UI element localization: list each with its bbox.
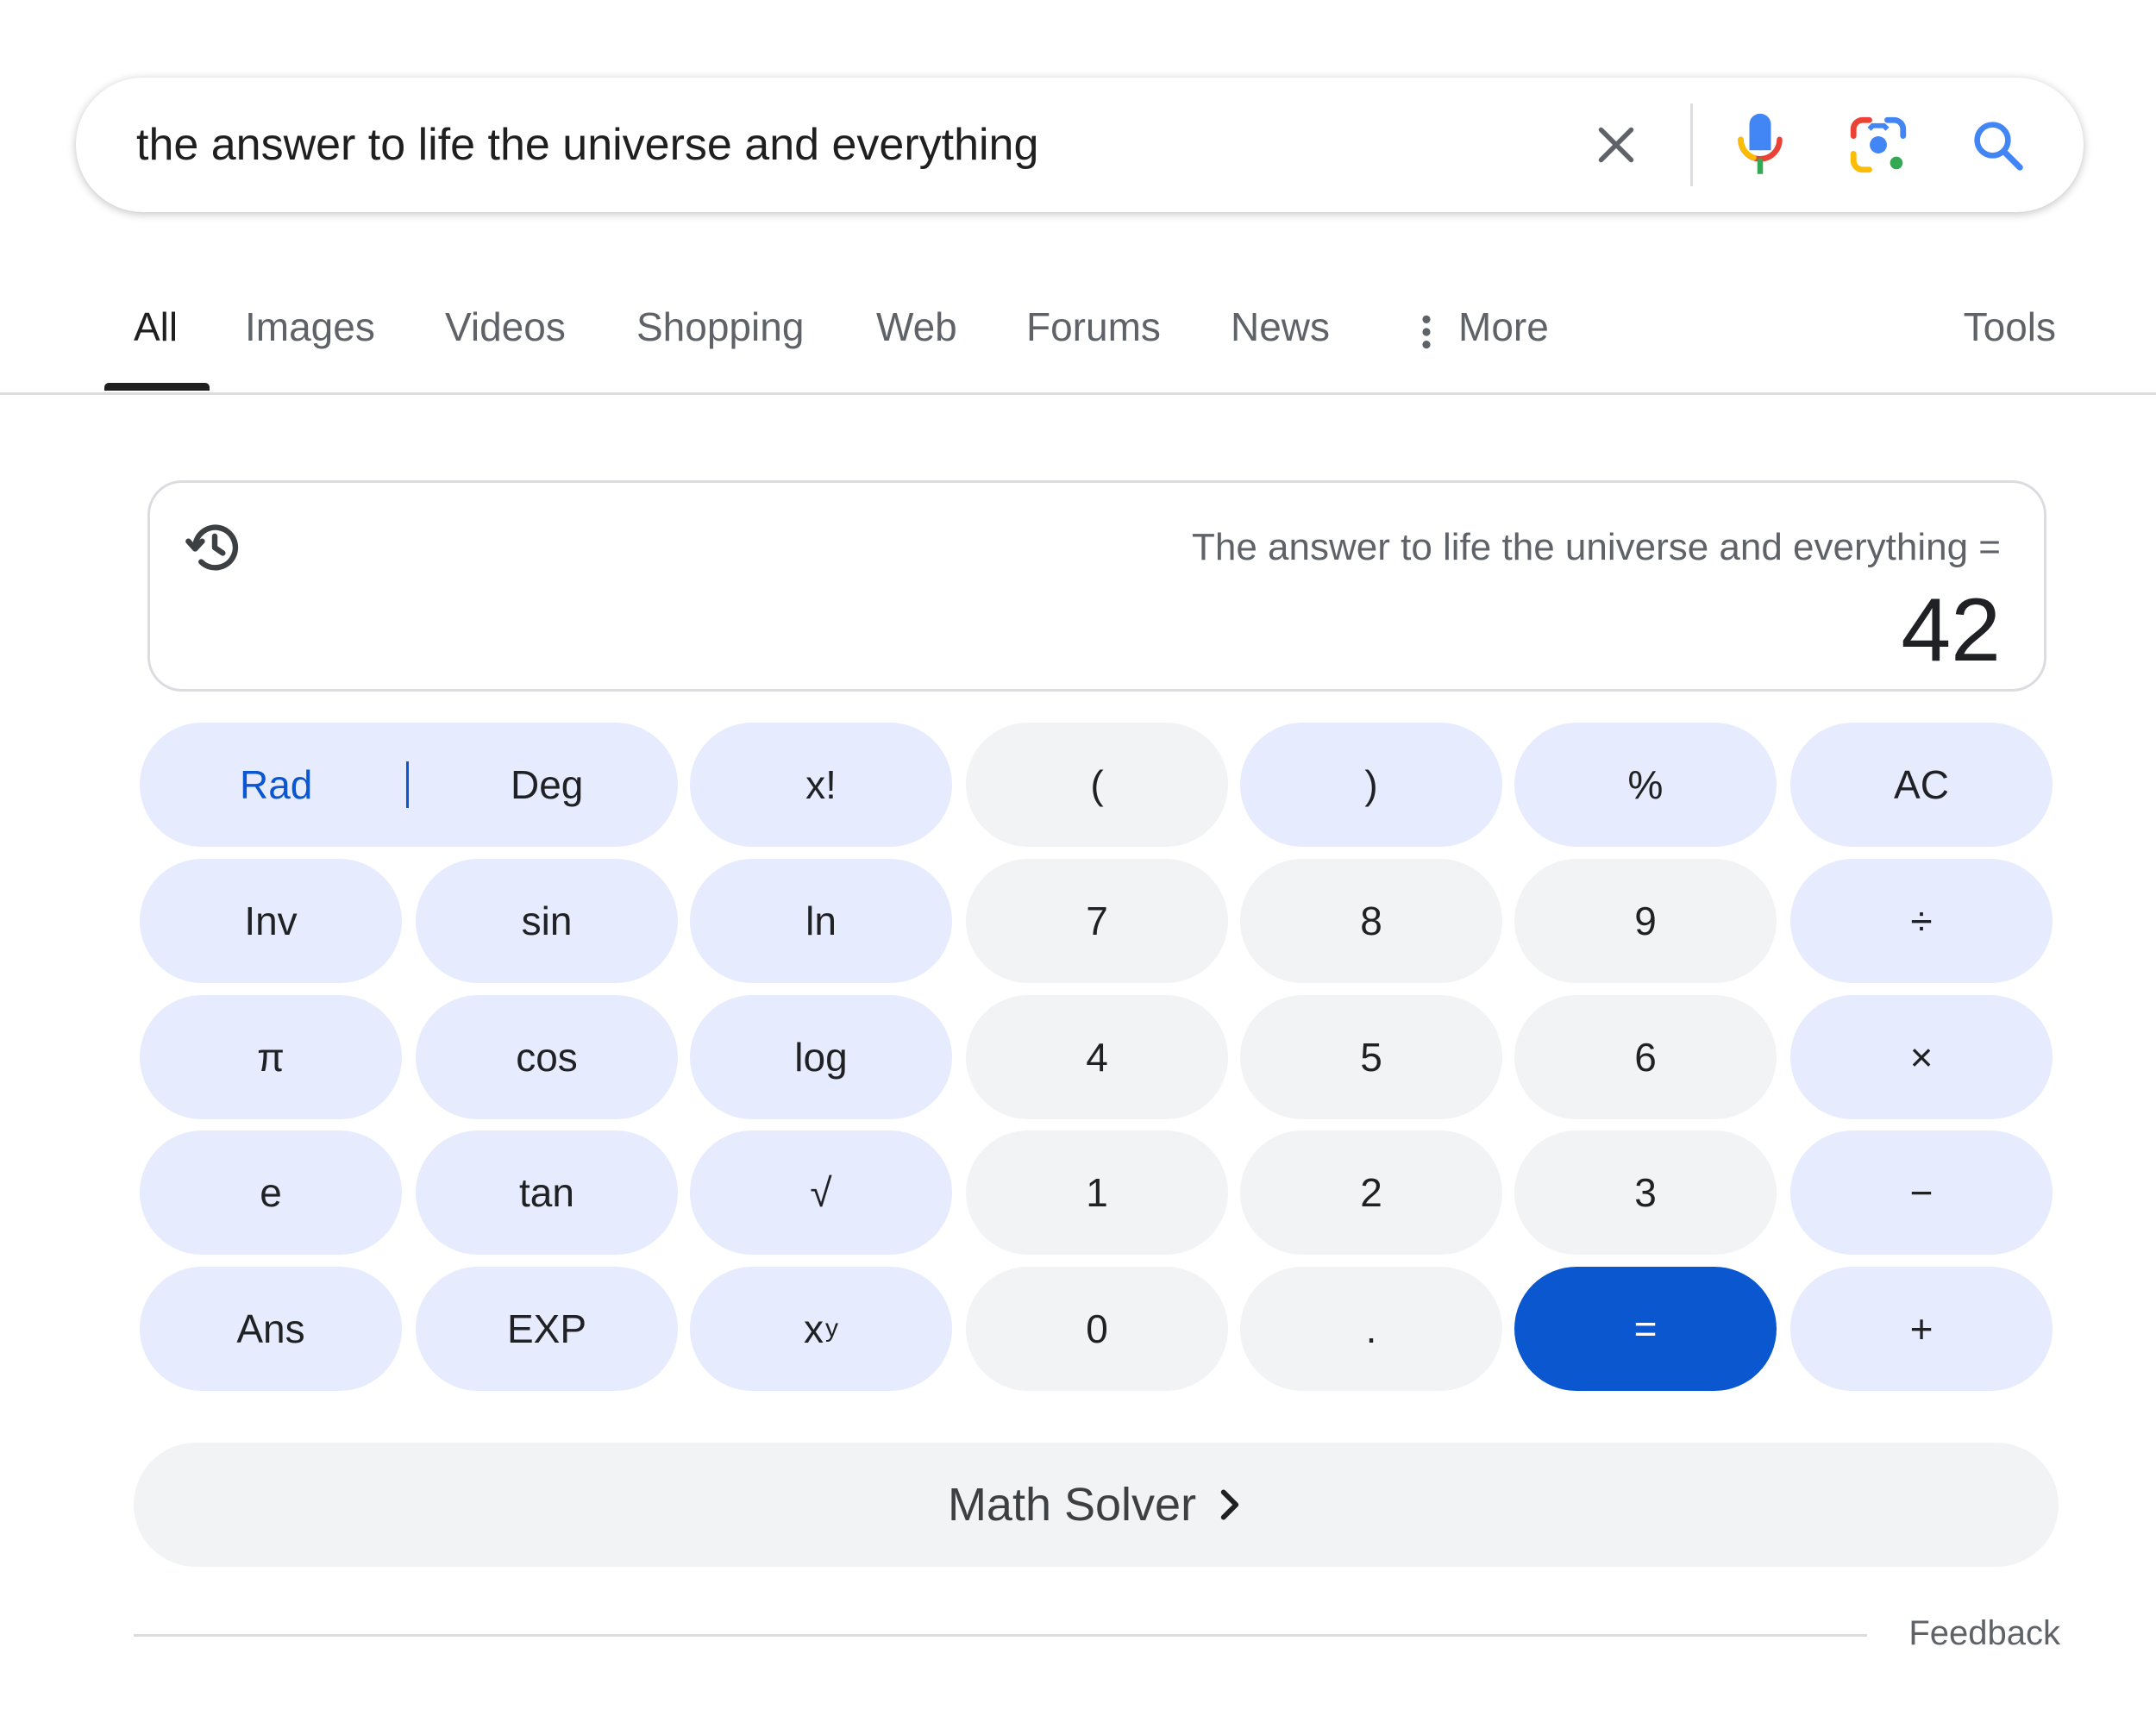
math-solver-button[interactable]: Math Solver	[134, 1443, 2059, 1567]
digit-2-key[interactable]: 2	[1240, 1130, 1502, 1255]
tab-web[interactable]: Web	[876, 304, 957, 350]
search-icon[interactable]	[1969, 116, 2026, 173]
chevron-right-icon	[1215, 1486, 1244, 1524]
tab-forums[interactable]: Forums	[1026, 304, 1161, 350]
rad-deg-separator	[406, 761, 409, 808]
factorial-key[interactable]: x!	[690, 723, 952, 847]
tab-news[interactable]: News	[1231, 304, 1330, 350]
digit-5-key[interactable]: 5	[1240, 995, 1502, 1119]
sqrt-key[interactable]: √	[690, 1130, 952, 1255]
digit-4-key[interactable]: 4	[966, 995, 1228, 1119]
calculator-expression: The answer to life the universe and ever…	[1192, 526, 2001, 568]
calculator-result: 42	[1901, 580, 2001, 680]
digit-3-key[interactable]: 3	[1514, 1130, 1777, 1255]
ln-key[interactable]: ln	[690, 859, 952, 983]
rad-key[interactable]: Rad	[240, 761, 312, 808]
divide-key[interactable]: ÷	[1790, 859, 2053, 983]
sin-key[interactable]: sin	[416, 859, 678, 983]
tabs-divider	[0, 392, 2156, 395]
search-tabs: All Images Videos Shopping Web Forums Ne…	[0, 285, 2156, 395]
equals-key[interactable]: =	[1514, 1267, 1777, 1391]
percent-key[interactable]: %	[1514, 723, 1777, 847]
digit-8-key[interactable]: 8	[1240, 859, 1502, 983]
calculator-display: The answer to life the universe and ever…	[147, 480, 2046, 692]
footer-divider	[134, 1634, 1867, 1637]
google-search-results-page: the answer to life the universe and ever…	[0, 0, 2156, 1716]
power-key-exponent: y	[825, 1314, 838, 1343]
history-icon[interactable]	[185, 517, 245, 578]
log-key[interactable]: log	[690, 995, 952, 1119]
tab-all[interactable]: All	[134, 304, 178, 350]
answer-key[interactable]: Ans	[140, 1267, 402, 1391]
lens-camera-icon[interactable]	[1849, 116, 1908, 174]
more-vert-icon[interactable]	[1419, 312, 1434, 352]
all-clear-key[interactable]: AC	[1790, 723, 2053, 847]
minus-key[interactable]: −	[1790, 1130, 2053, 1255]
tab-more[interactable]: More	[1458, 304, 1549, 350]
euler-key[interactable]: e	[140, 1130, 402, 1255]
digit-7-key[interactable]: 7	[966, 859, 1228, 983]
power-key[interactable]: xy	[690, 1267, 952, 1391]
active-tab-indicator	[104, 383, 210, 391]
cos-key[interactable]: cos	[416, 995, 678, 1119]
math-solver-label: Math Solver	[947, 1479, 1197, 1531]
deg-key[interactable]: Deg	[511, 761, 583, 808]
power-key-base: x	[804, 1306, 824, 1351]
digit-9-key[interactable]: 9	[1514, 859, 1777, 983]
microphone-icon[interactable]	[1734, 111, 1786, 178]
exp-key[interactable]: EXP	[416, 1267, 678, 1391]
digit-6-key[interactable]: 6	[1514, 995, 1777, 1119]
plus-key[interactable]: +	[1790, 1267, 2053, 1391]
search-bar-divider	[1690, 103, 1693, 186]
search-bar[interactable]: the answer to life the universe and ever…	[76, 78, 2084, 212]
tab-images[interactable]: Images	[245, 304, 375, 350]
close-icon[interactable]	[1590, 119, 1642, 171]
right-paren-key[interactable]: )	[1240, 723, 1502, 847]
digit-1-key[interactable]: 1	[966, 1130, 1228, 1255]
left-paren-key[interactable]: (	[966, 723, 1228, 847]
digit-0-key[interactable]: 0	[966, 1267, 1228, 1391]
multiply-key[interactable]: ×	[1790, 995, 2053, 1119]
rad-deg-toggle[interactable]: Rad Deg	[140, 723, 678, 847]
inverse-key[interactable]: Inv	[140, 859, 402, 983]
feedback-link[interactable]: Feedback	[1908, 1614, 2060, 1653]
pi-key[interactable]: π	[140, 995, 402, 1119]
decimal-point-key[interactable]: .	[1240, 1267, 1502, 1391]
tan-key[interactable]: tan	[416, 1130, 678, 1255]
tab-videos[interactable]: Videos	[445, 304, 566, 350]
tab-shopping[interactable]: Shopping	[636, 304, 804, 350]
search-input[interactable]: the answer to life the universe and ever…	[136, 119, 1038, 171]
tools-button[interactable]: Tools	[1964, 304, 2056, 350]
